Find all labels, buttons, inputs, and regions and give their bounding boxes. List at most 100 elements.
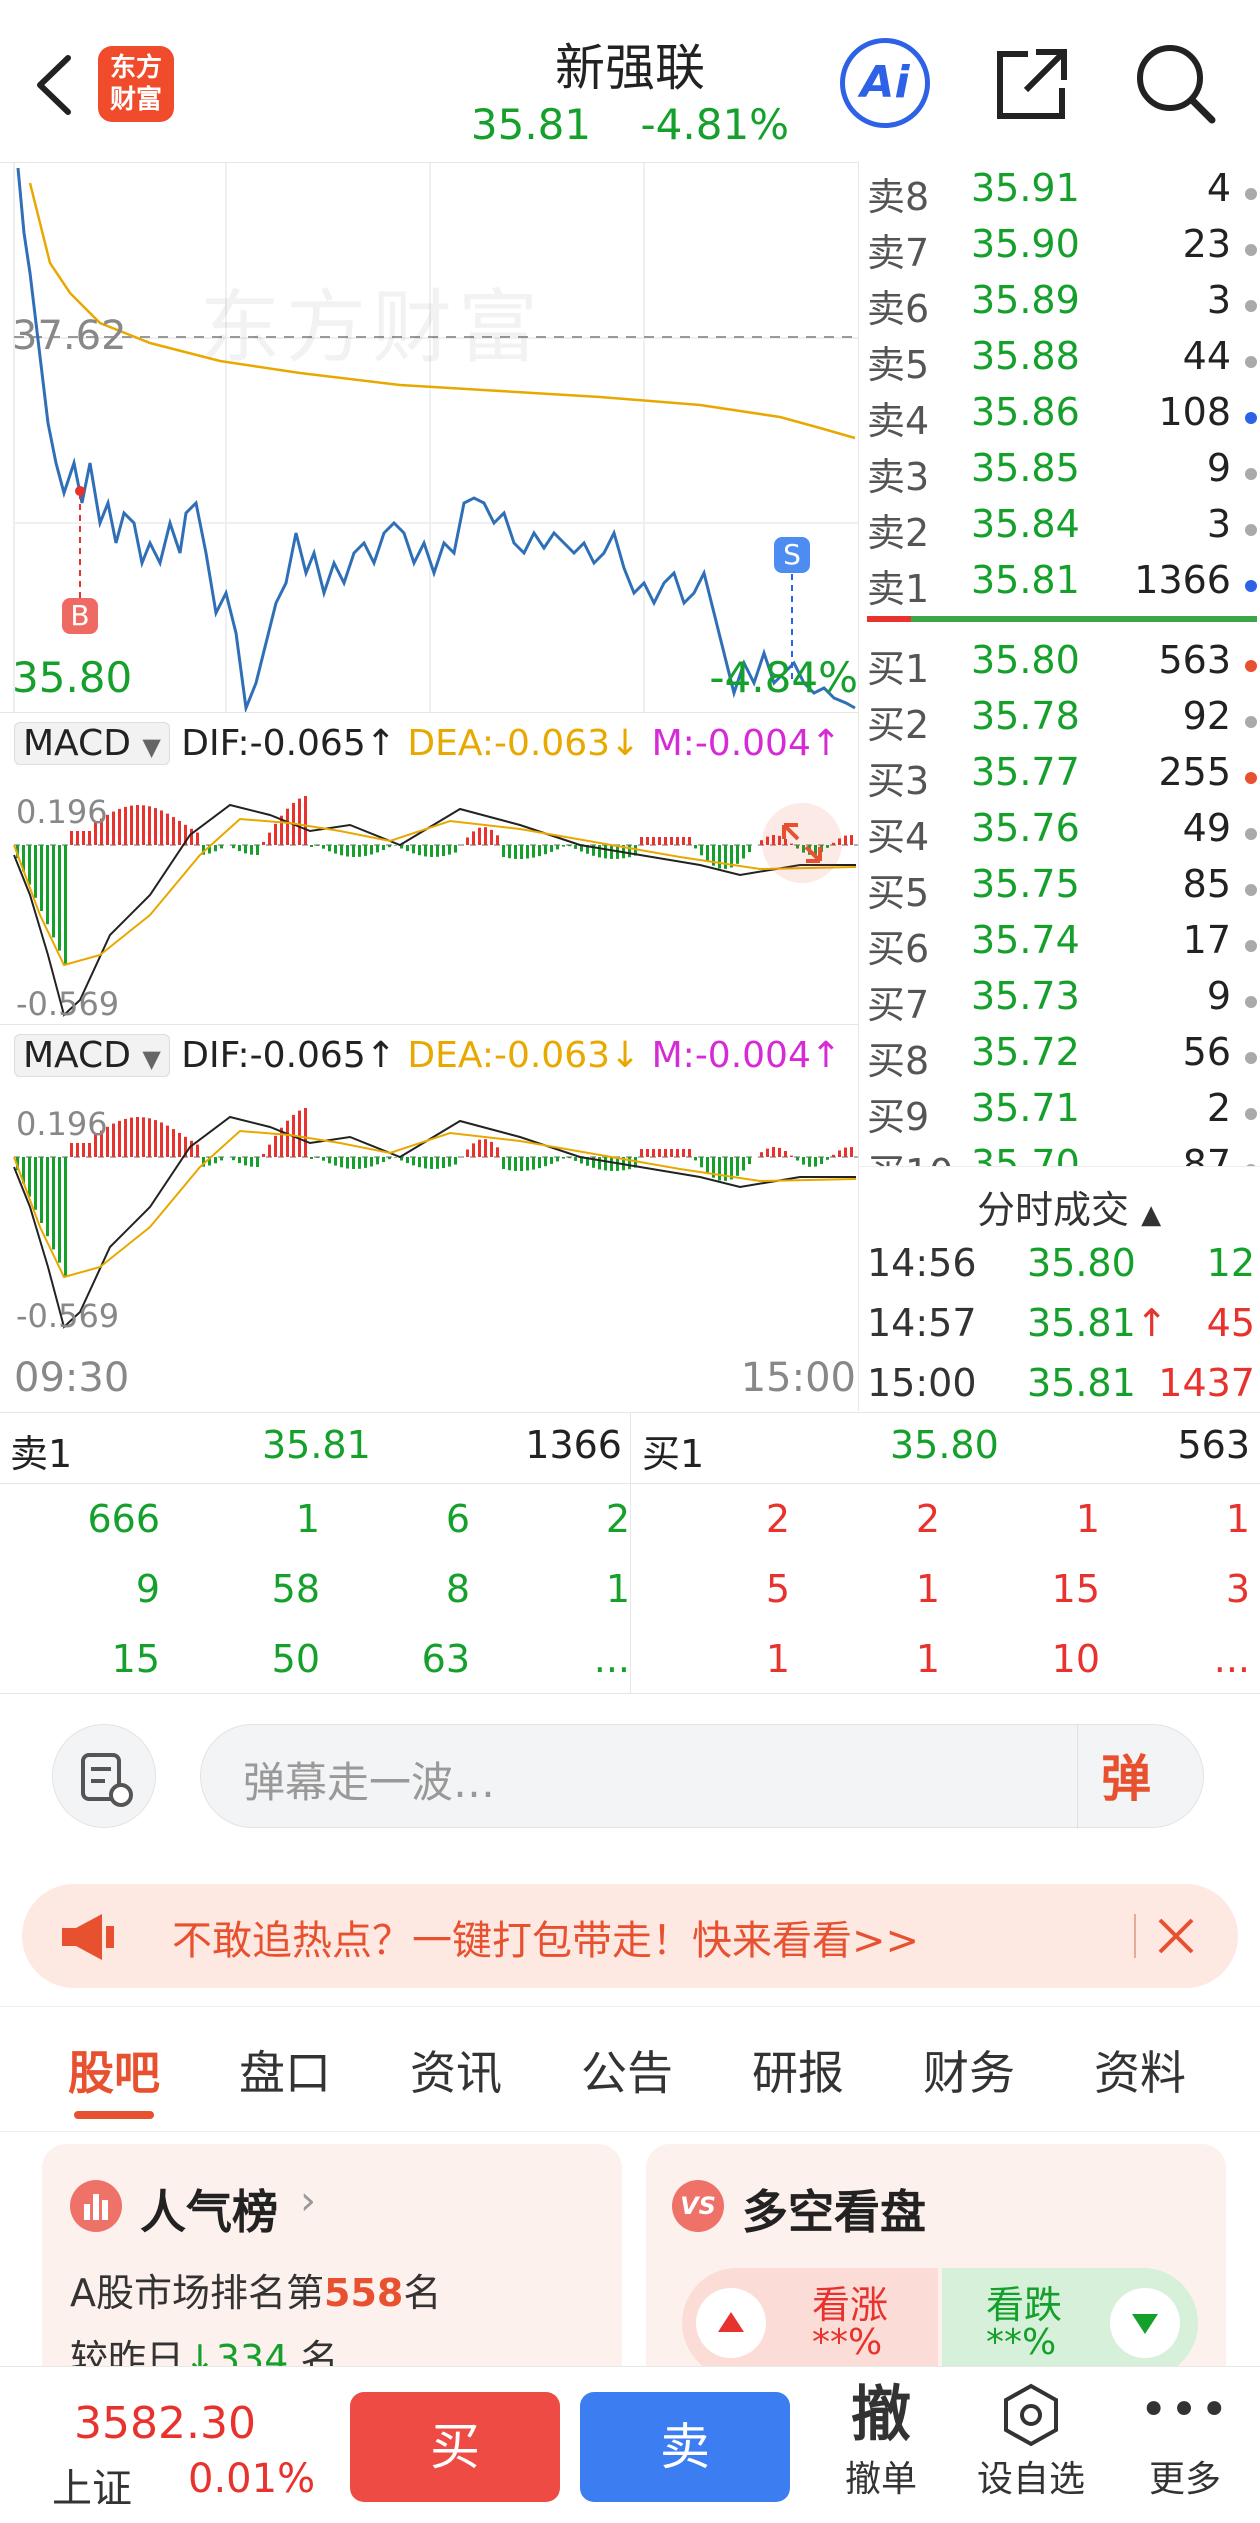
level2-sell-label: 卖1 [10,1423,72,1478]
level-dot-icon [1245,524,1257,536]
tab-3[interactable]: 公告 [581,2037,673,2103]
level-volume: 44 [1183,334,1231,378]
level-price: 35.73 [971,974,1080,1018]
close-icon[interactable] [1152,1912,1200,1960]
watchlist-icon [966,2380,1096,2450]
order-book-buy-row[interactable]: 买235.7892 [867,694,1260,750]
tick-row: 15:0035.811437 [867,1361,1260,1417]
more-button[interactable]: ••• 更多 [1120,2380,1250,2502]
macd-max-1: 0.196 [16,793,108,831]
level-volume: 9 [1207,974,1231,1018]
macd-dea-1: DEA:-0.063 [407,723,610,764]
level-volume: 49 [1183,806,1231,850]
level-label: 买5 [867,862,929,917]
order-book-sell-row[interactable]: 卖735.9023 [867,222,1260,278]
tab-2[interactable]: 资讯 [410,2037,502,2103]
sell-marker[interactable]: S [774,537,810,573]
buy-marker[interactable]: B [62,598,98,634]
index-value[interactable]: 3582.30 [74,2398,256,2449]
level-volume: 563 [1158,638,1231,682]
comment-settings-icon[interactable] [52,1724,156,1828]
cancel-order-icon: 撤 [816,2380,946,2450]
macd-min-1: -0.569 [16,985,119,1023]
sell-queue-cell: 1 [490,1567,630,1611]
macd-m-2: M:-0.004 [652,1035,811,1076]
level-dot-icon [1245,1052,1257,1064]
sell-queue-cell: 50 [180,1637,320,1681]
danmu-placeholder: 弹幕走一波… [243,1749,495,1810]
tab-0[interactable]: 股吧 [68,2037,160,2103]
order-book-buy-row[interactable]: 买635.7417 [867,918,1260,974]
order-book-buy-row[interactable]: 买435.7649 [867,806,1260,862]
level-label: 买7 [867,974,929,1029]
level-volume: 2 [1207,1086,1231,1130]
macd-panel-1[interactable]: MACD ▼ DIF:-0.065↑ DEA:-0.063↓ M:-0.004↑… [0,712,858,1025]
header: 东方财富 新强联 35.81 -4.81% Ai [0,0,1260,162]
macd-header-1: MACD ▼ DIF:-0.065↑ DEA:-0.063↓ M:-0.004↑ [14,723,841,764]
macd-panel-2[interactable]: MACD ▼ DIF:-0.065↑ DEA:-0.063↓ M:-0.004↑… [0,1024,858,1341]
order-book-sell-row[interactable]: 卖435.86108 [867,390,1260,446]
chart-change-label: -4.84% [709,653,858,702]
expand-icon[interactable] [762,803,842,883]
level-dot-icon [1245,1108,1257,1120]
tab-indicator [74,2111,154,2119]
add-watchlist-button[interactable]: 设自选 [966,2380,1096,2502]
triangle-up-icon [696,2288,766,2358]
order-book-buy-row[interactable]: 买935.712 [867,1086,1260,1142]
danmu-input[interactable]: 弹幕走一波… 弹 [200,1724,1204,1828]
ai-button[interactable]: Ai [840,38,930,128]
rank-value: 558 [324,2271,403,2315]
danmu-send-button[interactable]: 弹 [1101,1739,1181,1815]
level-label: 买8 [867,1030,929,1085]
buy-queue-cell: ... [1110,1637,1250,1681]
intraday-chart[interactable]: 东方财富 37.62 35.80 -4.84% B S [0,162,858,713]
ref-price-label: 37.62 [12,313,127,359]
macd-dif-2: DIF:-0.065 [181,1035,365,1076]
order-book-buy-row[interactable]: 买535.7585 [867,862,1260,918]
search-icon[interactable] [1134,42,1218,126]
level-dot-icon [1245,828,1257,840]
sell-button[interactable]: 卖 [580,2392,790,2502]
vote-down-button[interactable]: 看跌 **% [942,2268,1198,2378]
level-volume: 3 [1207,278,1231,322]
level2-buy-vol: 563 [1177,1423,1250,1467]
buy-queue-cell: 5 [650,1567,790,1611]
cancel-order-button[interactable]: 撤 撤单 [816,2380,946,2502]
level-price: 35.76 [971,806,1080,850]
order-book-sell-row[interactable]: 卖135.811366 [867,558,1260,614]
macd-selector-2[interactable]: MACD ▼ [14,1034,170,1077]
order-book-sell-row[interactable]: 卖335.859 [867,446,1260,502]
level-label: 买3 [867,750,929,805]
order-book-sell-row[interactable]: 卖235.843 [867,502,1260,558]
share-icon[interactable] [992,44,1072,124]
buy-button[interactable]: 买 [350,2392,560,2502]
tab-6[interactable]: 资料 [1094,2037,1186,2103]
macd-max-2: 0.196 [16,1105,108,1143]
order-book-sell-row[interactable]: 卖635.893 [867,278,1260,334]
order-book-buy-row[interactable]: 买835.7256 [867,1030,1260,1086]
vote-up-button[interactable]: 看涨 **% [682,2268,938,2378]
tab-5[interactable]: 财务 [923,2037,1015,2103]
order-book-sell-row[interactable]: 卖835.914 [867,166,1260,222]
sell-queue-cell: 666 [20,1497,160,1541]
sell-queue-cell: 1 [180,1497,320,1541]
tab-1[interactable]: 盘口 [239,2037,331,2103]
order-book-sell-row[interactable]: 卖535.8844 [867,334,1260,390]
order-book-buy-row[interactable]: 买335.77255 [867,750,1260,806]
tick-volume: 45 [1207,1301,1255,1345]
order-book-buy-row[interactable]: 买135.80563 [867,638,1260,694]
tab-bar: 股吧 盘口 资讯 公告 研报 财务 资料 [0,2006,1260,2132]
ticks-panel[interactable]: 分时成交 ▲ 14:5635.801214:5735.81↑4515:0035.… [858,1166,1260,1411]
tick-time: 14:56 [867,1241,977,1285]
tab-4[interactable]: 研报 [752,2037,844,2103]
level-price: 35.75 [971,862,1080,906]
ticks-title[interactable]: 分时成交 ▲ [977,1179,1161,1234]
macd-selector-1[interactable]: MACD ▼ [14,722,170,765]
level-dot-icon [1245,716,1257,728]
order-book-buy-row[interactable]: 买7 35.73 9 [867,974,1260,1030]
tick-price: 35.81↑ [1027,1301,1168,1345]
buy-queue-cell: 1 [1110,1497,1250,1541]
time-end: 15:00 [741,1355,856,1401]
promo-banner[interactable]: 不敢追热点？一键打包带走！快来看看>> [22,1884,1238,1988]
macd-chart-1 [0,785,858,1025]
